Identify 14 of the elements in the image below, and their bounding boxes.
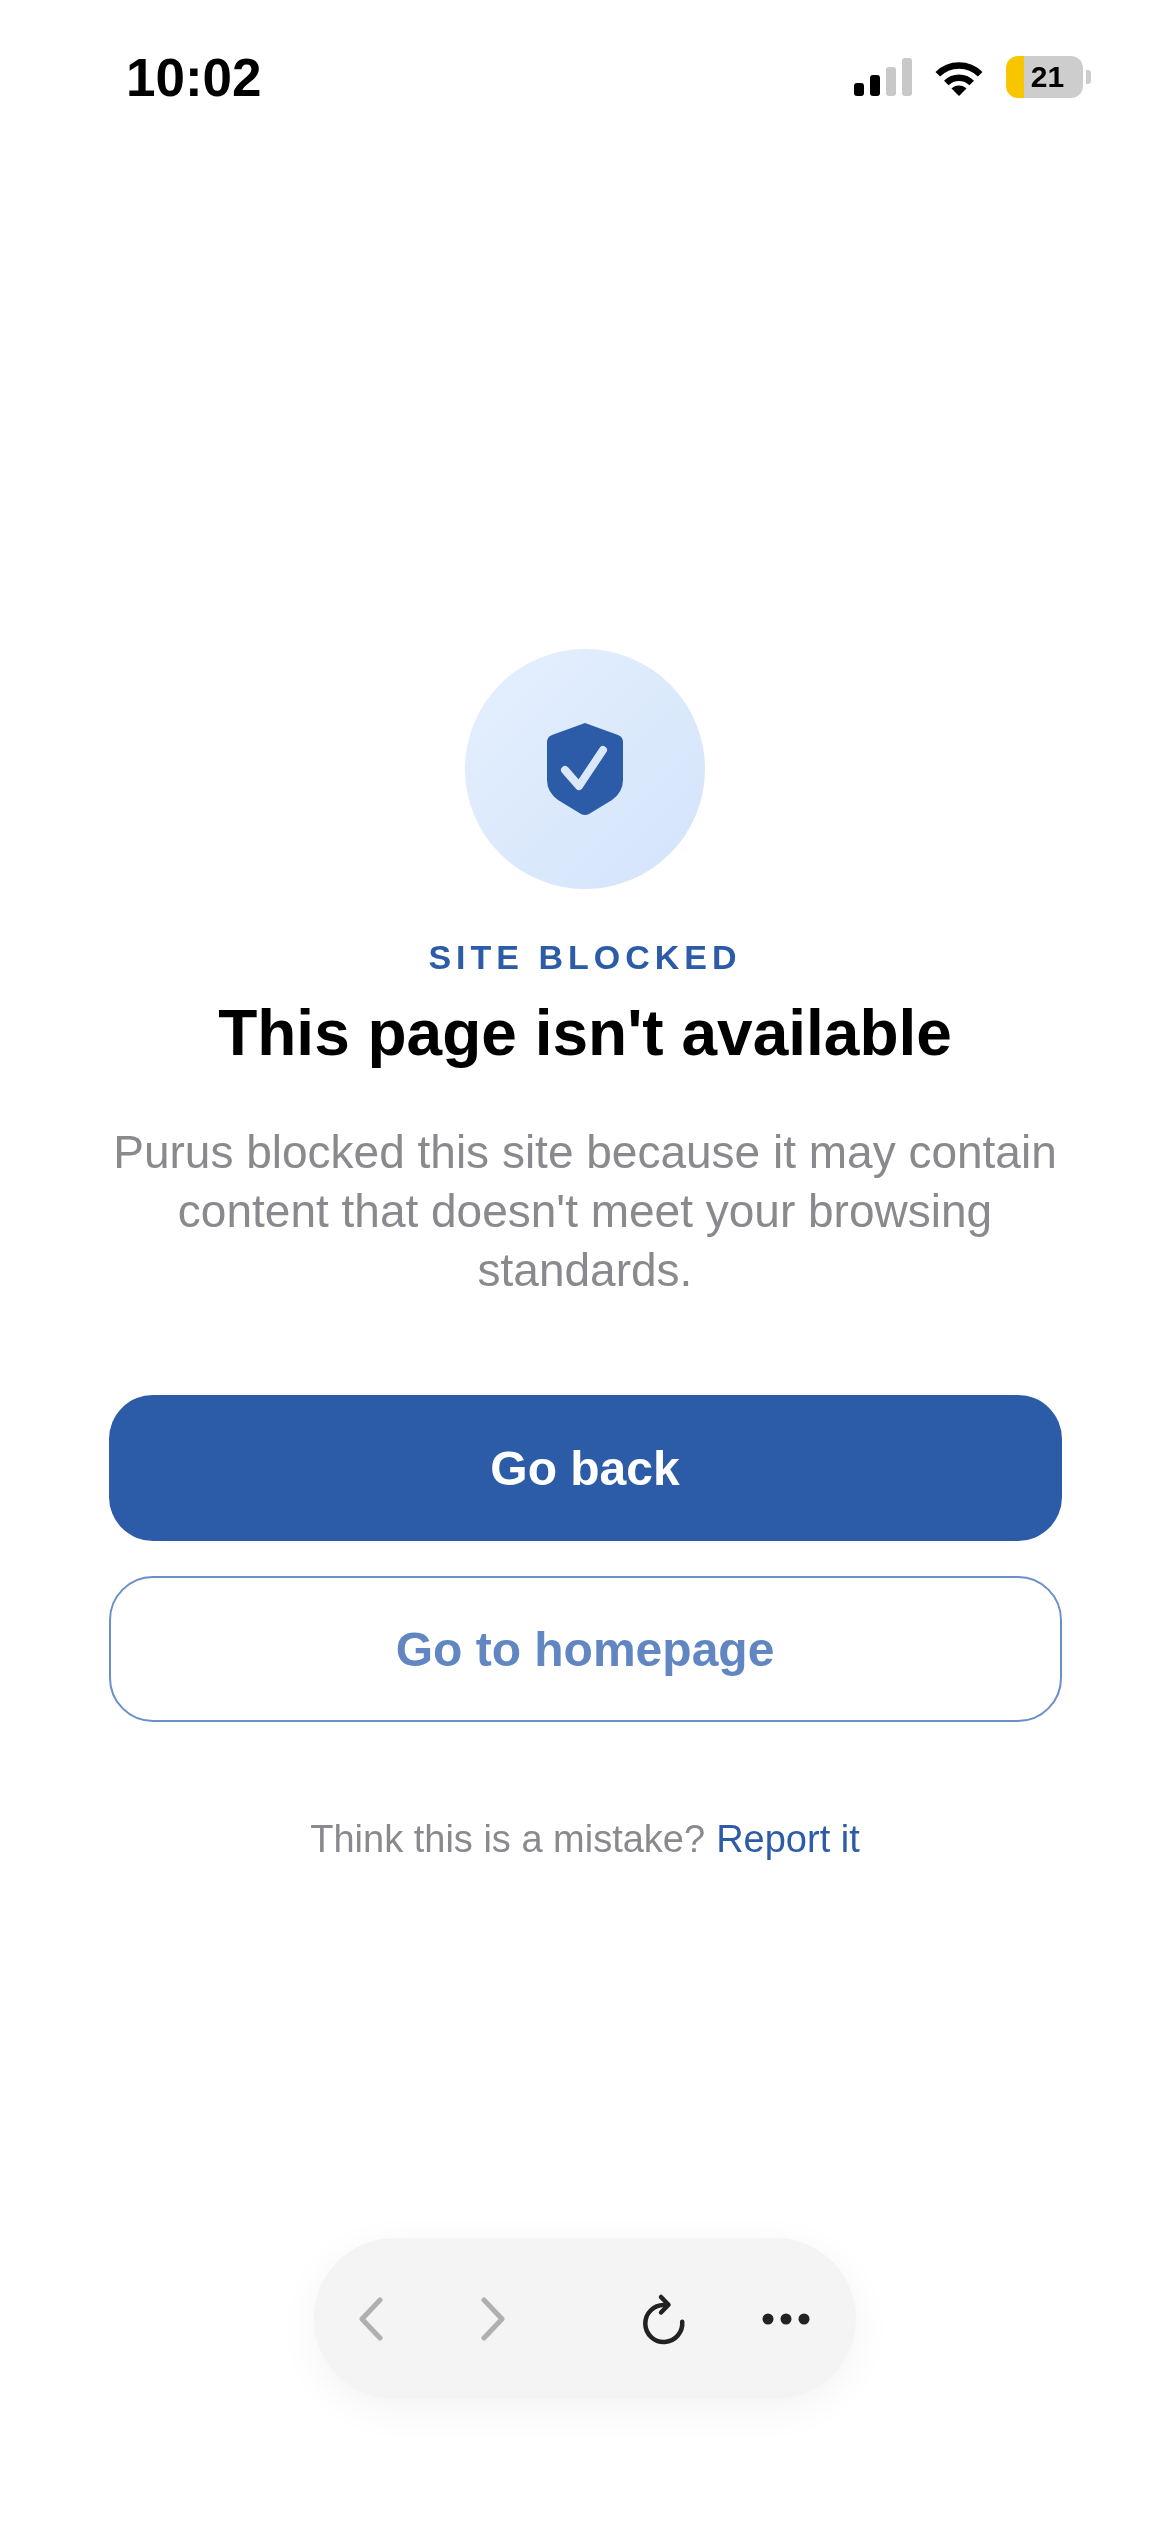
- chevron-right-icon: [480, 2296, 506, 2341]
- reload-icon: [642, 2292, 686, 2345]
- chevron-left-icon: [358, 2296, 384, 2341]
- page-title: This page isn't available: [218, 996, 952, 1071]
- block-message: Purus blocked this site because it may contain content that doesn't meet your browsing standards.: [112, 1125, 1058, 1298]
- signal-icon: [854, 58, 912, 96]
- homepage-button[interactable]: Go to homepage: [108, 1576, 1062, 1722]
- mistake-prompt: Think this is a mistake?: [310, 1817, 706, 1862]
- battery-indicator: 21: [1006, 56, 1091, 98]
- status-time: 10:02: [126, 50, 262, 104]
- more-icon: [762, 2312, 810, 2325]
- report-link[interactable]: Report it: [716, 1816, 860, 1862]
- status-label: SITE BLOCKED: [428, 937, 742, 977]
- go-back-button[interactable]: Go back: [108, 1395, 1062, 1541]
